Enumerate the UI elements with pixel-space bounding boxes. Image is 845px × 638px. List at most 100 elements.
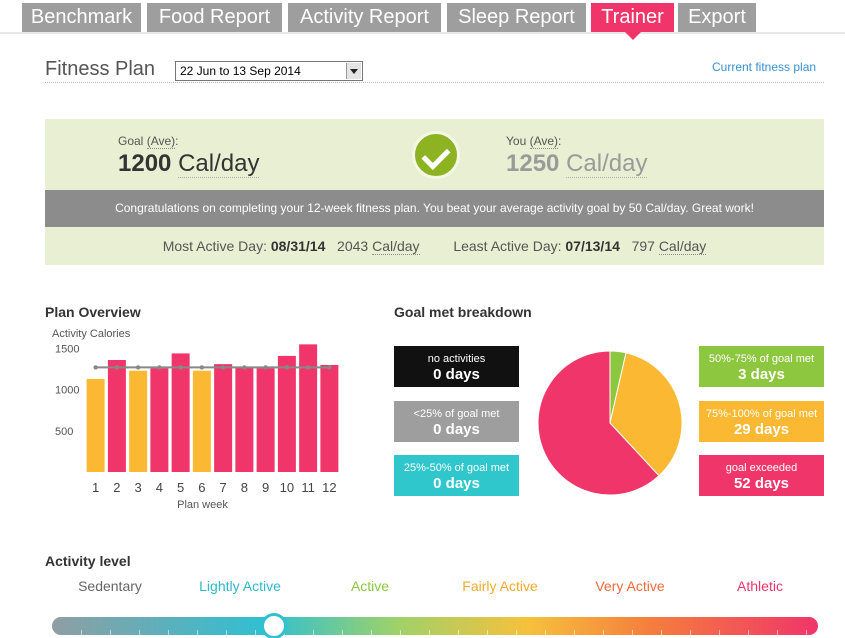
plan-overview-chart: Activity Calories500100015001 2 3 4 5 6 7 8 9 10 1… [52, 328, 339, 511]
goal-point [327, 365, 332, 370]
x-axis-label: Plan week [177, 499, 228, 511]
goal-point [114, 365, 120, 370]
you-value-line: 1250 Cal/day [506, 150, 648, 178]
tile-label: no activities [427, 353, 486, 365]
y-tick-label: 500 [55, 426, 73, 438]
bar-week-8 [235, 367, 254, 472]
x-tick-label: 3 [135, 480, 142, 495]
activity-level-labels: Sedentary Lightly Active Active Fairly A… [45, 578, 825, 596]
congrats-banner: Congratulations on completing your 12-we… [45, 190, 824, 227]
tile-value: 0 days [433, 475, 480, 492]
tab-benchmark[interactable]: Benchmark [22, 3, 141, 32]
you-label-text: You [506, 134, 527, 148]
you-block: You (Ave): 1250 Cal/day [506, 134, 648, 178]
tab-food-report[interactable]: Food Report [147, 3, 282, 32]
goal-block: Goal (Ave): 1200 Cal/day [118, 134, 260, 178]
goal-value-line: 1200 Cal/day [118, 150, 260, 178]
x-tick-label: 12 [322, 480, 336, 495]
bar-week-7 [214, 364, 233, 472]
x-tick-label: 6 [198, 480, 205, 495]
you-ave-label: (Ave) [529, 134, 559, 149]
tile-value: 0 days [433, 366, 480, 383]
x-tick-label: 7 [220, 480, 227, 495]
goal-point [157, 365, 162, 370]
bar-week-1 [86, 378, 105, 472]
x-tick-label: 8 [241, 480, 248, 495]
tile-label: goal exceeded [725, 462, 798, 474]
goal-point [135, 365, 141, 370]
tile-50-75: 50%-75% of goal met 3 days [699, 346, 824, 387]
bar-week-4 [150, 368, 169, 472]
level-fairly-active[interactable]: Fairly Active [435, 578, 565, 594]
bar-week-5 [171, 353, 190, 472]
goal-point [199, 365, 205, 370]
tab-bar: Benchmark Food Report Activity Report Sl… [0, 0, 845, 40]
tab-activity-report[interactable]: Activity Report [288, 3, 441, 32]
activity-level-title: Activity level [45, 553, 131, 569]
you-label: You (Ave): [506, 134, 562, 149]
least-active-value: 797 [631, 238, 655, 254]
checkmark-icon [412, 131, 460, 179]
active-days-row: Most Active Day: 08/31/14 2043 Cal/day L… [45, 227, 824, 265]
y-tick-label: 1000 [55, 385, 79, 397]
header-divider [45, 82, 824, 83]
bar-week-9 [256, 368, 275, 472]
most-active-value: 2043 [337, 238, 369, 254]
goal-point [242, 365, 247, 370]
goal-point [263, 365, 268, 370]
tile-under-25: <25% of goal met 0 days [394, 401, 519, 442]
tile-value: 29 days [733, 421, 790, 438]
date-range-select[interactable]: 22 Jun to 13 Sep 2014 [175, 61, 363, 81]
tile-25-50: 25%-50% of goal met 0 days [394, 455, 519, 496]
goal-label: Goal (Ave): [118, 134, 179, 149]
x-tick-label: 5 [177, 480, 184, 495]
level-sedentary[interactable]: Sedentary [45, 578, 175, 594]
tile-no-activities: no activities 0 days [394, 346, 519, 387]
tab-sleep-report[interactable]: Sleep Report [447, 3, 586, 32]
most-active-unit: Cal/day [372, 238, 420, 255]
tile-label: 50%-75% of goal met [708, 353, 815, 365]
plan-overview-title: Plan Overview [45, 304, 141, 320]
tile-label: <25% of goal met [413, 408, 500, 420]
bar-week-3 [129, 370, 148, 472]
goal-point [305, 365, 311, 370]
goal-label-text: Goal [118, 134, 144, 148]
x-tick-label: 4 [156, 480, 163, 495]
bar-week-6 [192, 370, 211, 472]
activity-level-slider-knob[interactable] [261, 613, 288, 638]
most-active-label: Most Active Day: [162, 238, 267, 254]
current-fitness-plan-link[interactable]: Current fitness plan [712, 60, 816, 74]
you-unit: Cal/day [566, 150, 648, 178]
date-range-value: 22 Jun to 13 Sep 2014 [180, 64, 301, 78]
y-axis-label: Activity Calories [52, 328, 131, 340]
level-very-active[interactable]: Very Active [565, 578, 695, 594]
tab-trainer[interactable]: Trainer [591, 3, 674, 40]
goal-point [284, 365, 290, 370]
least-active-label: Least Active Day: [453, 238, 562, 254]
goal-ave-label: (Ave) [146, 134, 176, 149]
dropdown-arrow-icon[interactable] [346, 63, 361, 79]
x-tick-label: 2 [113, 480, 120, 495]
goal-point [220, 365, 226, 370]
goal-breakdown-title: Goal met breakdown [394, 304, 532, 320]
goal-point [178, 365, 183, 370]
level-athletic[interactable]: Athletic [695, 578, 825, 594]
least-active-date: 07/13/14 [565, 238, 620, 254]
bar-week-11 [299, 344, 318, 472]
tile-goal-exceeded: goal exceeded 52 days [699, 455, 824, 496]
x-tick-label: 10 [280, 480, 294, 495]
level-active[interactable]: Active [305, 578, 435, 594]
y-tick-label: 1500 [55, 343, 79, 355]
bar-week-12 [320, 364, 339, 472]
goal-value: 1200 [118, 150, 172, 177]
tab-export[interactable]: Export [678, 3, 756, 32]
level-lightly-active[interactable]: Lightly Active [175, 578, 305, 594]
tile-75-100: 75%-100% of goal met 29 days [699, 401, 824, 442]
summary-panel: Goal (Ave): 1200 Cal/day You (Ave): 1250… [45, 119, 824, 265]
tile-value: 3 days [738, 366, 785, 383]
goal-breakdown-pie [537, 350, 683, 496]
tile-value: 0 days [433, 421, 480, 438]
bar-week-2 [107, 360, 126, 472]
x-tick-label: 1 [92, 480, 99, 495]
most-active-date: 08/31/14 [270, 238, 326, 254]
